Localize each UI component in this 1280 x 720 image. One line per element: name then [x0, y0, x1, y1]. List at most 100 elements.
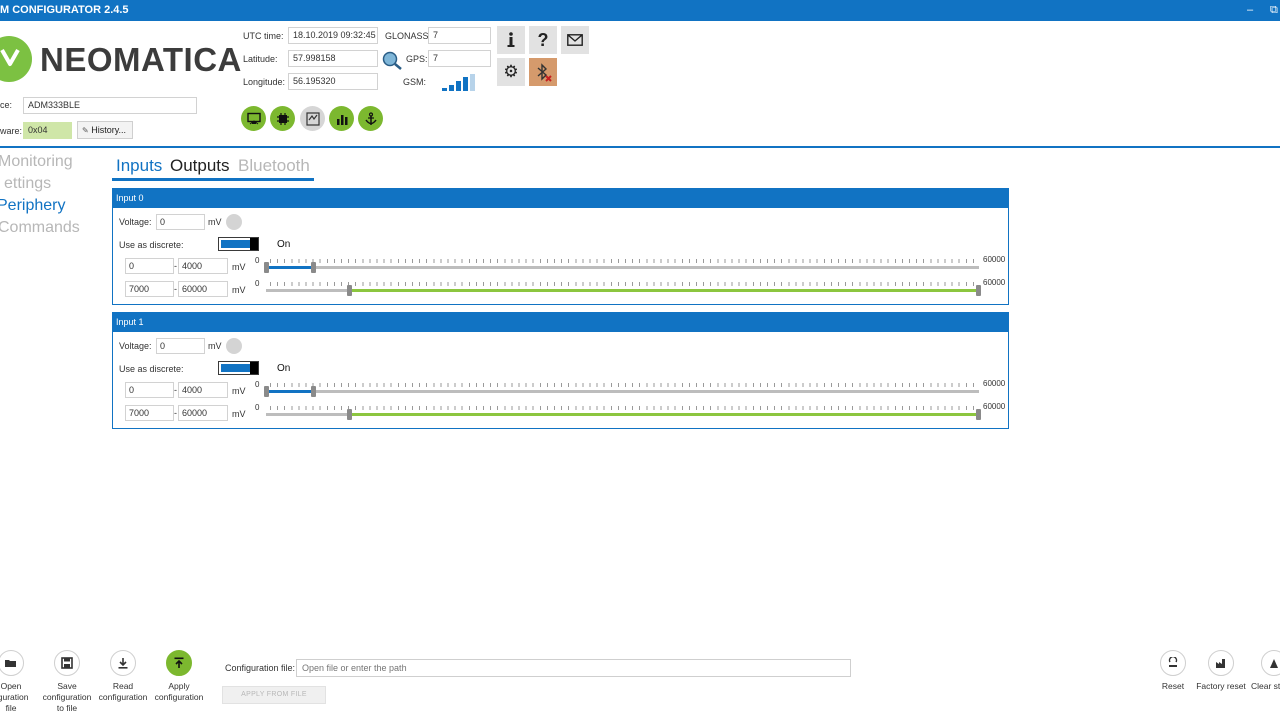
logo-wordmark: NEOMATICA — [40, 41, 242, 78]
nav-settings[interactable]: ettings — [4, 175, 51, 193]
slider-low-thumb[interactable] — [264, 262, 269, 273]
discrete-label: Use as discrete: — [119, 240, 184, 250]
discrete-toggle[interactable] — [218, 361, 259, 375]
range-dash: - — [174, 385, 177, 395]
range-max-field[interactable]: 60000 — [178, 281, 228, 297]
tab-bluetooth[interactable]: Bluetooth — [238, 156, 310, 176]
config-file-input[interactable] — [296, 659, 851, 677]
slider-track — [266, 266, 979, 269]
range-unit: mV — [232, 285, 246, 295]
history-button[interactable]: ✎ History... — [77, 121, 133, 139]
range-max-field[interactable]: 4000 — [178, 382, 228, 398]
range-min-field[interactable]: 7000 — [125, 405, 174, 421]
map-search-icon[interactable] — [381, 50, 403, 70]
slider-min-label: 0 — [255, 380, 260, 389]
range-min-field[interactable]: 0 — [125, 258, 174, 274]
range-min-field[interactable]: 7000 — [125, 281, 174, 297]
slider-range-fill — [349, 289, 979, 292]
voltage-unit: mV — [208, 217, 222, 227]
slider-high-thumb[interactable] — [976, 285, 981, 296]
voltage-unit: mV — [208, 341, 222, 351]
slider-low-thumb[interactable] — [347, 409, 353, 420]
factory-reset-label: Factory reset — [1196, 681, 1246, 691]
glonass-field: 7 — [428, 27, 491, 44]
slider-range-fill — [266, 390, 314, 393]
clear-statistics-button[interactable] — [1261, 650, 1280, 676]
compare-icon[interactable] — [300, 106, 325, 131]
open-configuration-label: Open figuration file — [0, 681, 29, 713]
range-max-field[interactable]: 60000 — [178, 405, 228, 421]
title-bar: M CONFIGURATOR 2.4.5 – ⧉ — [0, 0, 1280, 21]
longitude-field: 56.195320 — [288, 73, 378, 90]
save-configuration-button[interactable] — [54, 650, 80, 676]
nav-monitoring[interactable]: Monitoring — [0, 153, 73, 171]
slider-high-thumb[interactable] — [310, 262, 316, 273]
input-state-led — [226, 338, 242, 354]
voltage-label: Voltage: — [119, 217, 152, 227]
history-label: History... — [91, 125, 127, 135]
anchor-icon[interactable] — [358, 106, 383, 131]
window-title: M CONFIGURATOR 2.4.5 — [0, 4, 129, 16]
slider-high-thumb[interactable] — [976, 409, 981, 420]
range-unit: mV — [232, 386, 246, 396]
utc-label: UTC time: — [243, 31, 284, 41]
slider-max-label: 60000 — [983, 379, 1006, 388]
minimize-button[interactable]: – — [1247, 0, 1253, 21]
reset-button[interactable] — [1160, 650, 1186, 676]
slider-track — [266, 390, 979, 393]
nav-commands[interactable]: Commands — [0, 219, 80, 237]
apply-configuration-button[interactable] — [166, 650, 192, 676]
slider-ticks — [270, 282, 975, 286]
discrete-state-label: On — [277, 239, 291, 250]
help-icon[interactable]: ? — [529, 26, 557, 54]
longitude-label: Longitude: — [243, 77, 286, 87]
header-separator — [0, 146, 1280, 148]
discrete-toggle[interactable] — [218, 237, 259, 251]
utc-field: 18.10.2019 09:32:45 — [288, 27, 378, 44]
bluetooth-disconnected-icon[interactable] — [529, 58, 557, 86]
save-configuration-label: Save configuration to file — [42, 681, 92, 713]
apply-from-file-button[interactable]: APPLY FROM FILE — [222, 686, 326, 704]
glonass-label: GLONASS: — [385, 31, 432, 41]
latitude-label: Latitude: — [243, 54, 278, 64]
read-configuration-button[interactable] — [110, 650, 136, 676]
range-max-field[interactable]: 4000 — [178, 258, 228, 274]
slider-low-thumb[interactable] — [264, 386, 269, 397]
slider-ticks — [270, 383, 975, 387]
nav-periphery[interactable]: Periphery — [0, 197, 65, 215]
voltage-field: 0 — [156, 338, 205, 354]
gps-label: GPS: — [406, 54, 428, 64]
tab-inputs[interactable]: Inputs — [116, 156, 162, 176]
device-label: ce: — [0, 100, 13, 110]
range-min-field[interactable]: 0 — [125, 382, 174, 398]
history-icon: ✎ — [82, 126, 89, 135]
monitor-icon[interactable] — [241, 106, 266, 131]
input-panel: Input 0 Voltage: 0 mV Use as discrete: O… — [112, 188, 1009, 305]
voltage-field: 0 — [156, 214, 205, 230]
slider-min-label: 0 — [255, 279, 260, 288]
reset-label: Reset — [1161, 681, 1185, 691]
factory-reset-button[interactable] — [1208, 650, 1234, 676]
tab-indicator — [112, 178, 314, 181]
gsm-signal-icon — [442, 74, 480, 91]
slider-high-thumb[interactable] — [310, 386, 316, 397]
discrete-label: Use as discrete: — [119, 364, 184, 374]
slider-low-thumb[interactable] — [347, 285, 353, 296]
analytics-icon[interactable] — [329, 106, 354, 131]
slider-ticks — [270, 259, 975, 263]
info-icon[interactable] — [497, 26, 525, 54]
apply-configuration-label: Apply configuration — [154, 681, 204, 702]
tab-outputs[interactable]: Outputs — [170, 156, 230, 176]
slider-max-label: 60000 — [983, 278, 1006, 287]
open-configuration-button[interactable] — [0, 650, 24, 676]
config-file-label: Configuration file: — [225, 663, 296, 673]
chip-icon[interactable] — [270, 106, 295, 131]
restore-button[interactable]: ⧉ — [1270, 0, 1278, 21]
slider-range-fill — [266, 266, 314, 269]
slider-ticks — [270, 406, 975, 410]
range-dash: - — [174, 261, 177, 271]
settings-icon[interactable]: ⚙ — [497, 58, 525, 86]
logo-mark — [0, 36, 32, 82]
device-field[interactable]: ADM333BLE — [23, 97, 197, 114]
mail-icon[interactable] — [561, 26, 589, 54]
